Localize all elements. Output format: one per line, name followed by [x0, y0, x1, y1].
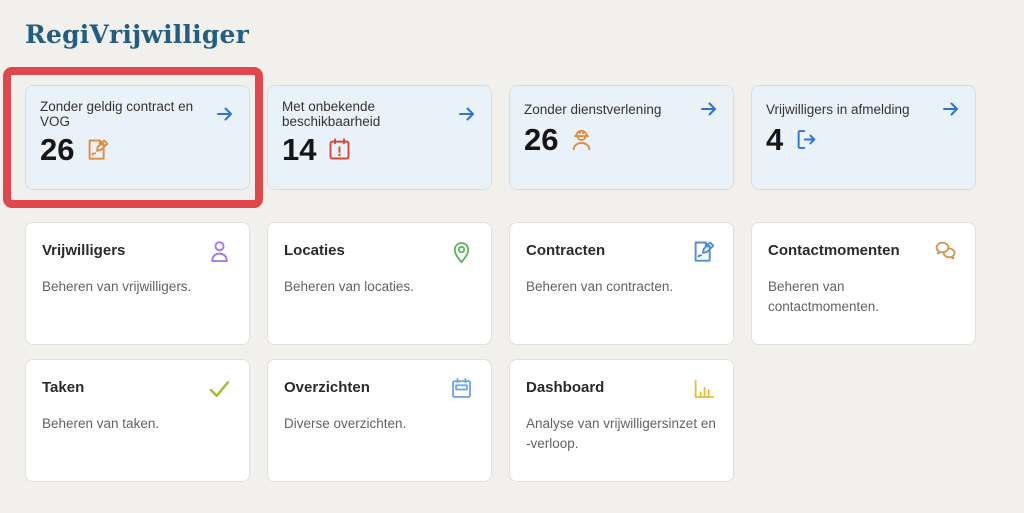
menu-title: Locaties [284, 238, 345, 259]
stat-cards-row: Zonder geldig contract en VOG 26 Met onb… [25, 85, 999, 190]
menu-card-header: Overzichten [284, 375, 475, 402]
stat-label: Zonder geldig contract en VOG [40, 99, 215, 129]
stat-card-zonder-geldig-contract-en-vog[interactable]: Zonder geldig contract en VOG 26 [25, 85, 250, 190]
stat-card-body: 26 [524, 124, 719, 155]
menu-card-overzichten[interactable]: Overzichten Diverse overzichten. [267, 359, 492, 482]
menu-description: Diverse overzichten. [284, 414, 475, 434]
person-icon [206, 238, 233, 265]
arrow-right-icon[interactable] [457, 104, 477, 124]
contract-sign-icon [84, 136, 111, 163]
stat-value: 26 [524, 124, 558, 155]
menu-description: Analyse van vrijwilligersinzet en -verlo… [526, 414, 717, 453]
menu-cards-row-2: Taken Beheren van taken. Overzichten Div… [25, 359, 999, 482]
worker-icon [568, 126, 595, 153]
stat-card-body: 14 [282, 134, 477, 165]
arrow-right-icon[interactable] [941, 99, 961, 119]
menu-title: Vrijwilligers [42, 238, 125, 259]
menu-card-taken[interactable]: Taken Beheren van taken. [25, 359, 250, 482]
menu-card-header: Taken [42, 375, 233, 402]
bar-chart-icon [690, 375, 717, 402]
stat-card-body: 4 [766, 124, 961, 155]
menu-description: Beheren van contracten. [526, 277, 717, 297]
stat-label: Met onbekende beschikbaarheid [282, 99, 457, 129]
menu-card-header: Dashboard [526, 375, 717, 402]
stat-card-met-onbekende-beschikbaarheid[interactable]: Met onbekende beschikbaarheid 14 [267, 85, 492, 190]
sign-out-icon [793, 126, 820, 153]
stat-card-vrijwilligers-in-afmelding[interactable]: Vrijwilligers in afmelding 4 [751, 85, 976, 190]
contract-sign-icon [690, 238, 717, 265]
check-icon [206, 375, 233, 402]
menu-card-header: Contracten [526, 238, 717, 265]
menu-card-locaties[interactable]: Locaties Beheren van locaties. [267, 222, 492, 345]
chat-bubbles-icon [932, 238, 959, 265]
menu-description: Beheren van locaties. [284, 277, 475, 297]
menu-card-contactmomenten[interactable]: Contactmomenten Beheren van contactmomen… [751, 222, 976, 345]
map-pin-icon [448, 238, 475, 265]
menu-description: Beheren van contactmomenten. [768, 277, 959, 316]
menu-title: Dashboard [526, 375, 604, 396]
stat-card-header: Vrijwilligers in afmelding [766, 99, 961, 119]
stat-card-header: Met onbekende beschikbaarheid [282, 99, 477, 129]
menu-card-contracten[interactable]: Contracten Beheren van contracten. [509, 222, 734, 345]
menu-card-vrijwilligers[interactable]: Vrijwilligers Beheren van vrijwilligers. [25, 222, 250, 345]
arrow-right-icon[interactable] [215, 104, 235, 124]
stat-card-zonder-dienstverlening[interactable]: Zonder dienstverlening 26 [509, 85, 734, 190]
stat-value: 26 [40, 134, 74, 165]
menu-title: Contracten [526, 238, 605, 259]
menu-title: Contactmomenten [768, 238, 900, 259]
stat-label: Vrijwilligers in afmelding [766, 102, 910, 117]
menu-cards-row-1: Vrijwilligers Beheren van vrijwilligers.… [25, 222, 999, 345]
menu-title: Overzichten [284, 375, 370, 396]
menu-card-header: Contactmomenten [768, 238, 959, 265]
menu-card-header: Locaties [284, 238, 475, 265]
stat-value: 4 [766, 124, 783, 155]
menu-description: Beheren van vrijwilligers. [42, 277, 233, 297]
dashboard-page: RegiVrijwilliger Zonder geldig contract … [0, 0, 1024, 482]
menu-card-dashboard[interactable]: Dashboard Analyse van vrijwilligersinzet… [509, 359, 734, 482]
app-title: RegiVrijwilliger [25, 20, 999, 49]
menu-description: Beheren van taken. [42, 414, 233, 434]
stat-card-body: 26 [40, 134, 235, 165]
calendar-alert-icon [326, 136, 353, 163]
calendar-box-icon [448, 375, 475, 402]
menu-card-header: Vrijwilligers [42, 238, 233, 265]
arrow-right-icon[interactable] [699, 99, 719, 119]
stat-card-header: Zonder dienstverlening [524, 99, 719, 119]
stat-label: Zonder dienstverlening [524, 102, 661, 117]
stat-value: 14 [282, 134, 316, 165]
menu-title: Taken [42, 375, 84, 396]
stat-card-header: Zonder geldig contract en VOG [40, 99, 235, 129]
